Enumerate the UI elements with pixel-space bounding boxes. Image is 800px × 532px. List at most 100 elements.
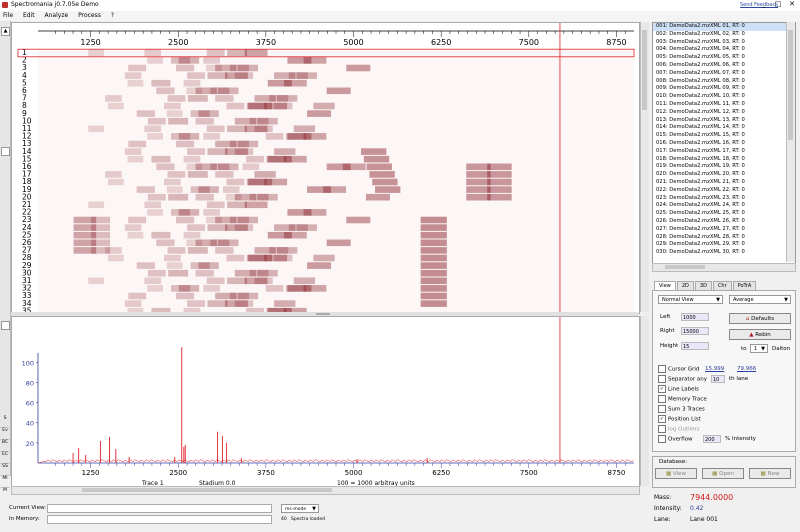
menu-help[interactable]: ? [111, 12, 114, 19]
database-new-button[interactable]: ▦ New [749, 468, 791, 479]
database-open-button[interactable]: ▦ Open [702, 468, 744, 479]
heatmap-scroll-thumb[interactable] [642, 30, 647, 110]
spectra-list-item[interactable]: 010: DemoData2.mzXML 10, RT: 0 [653, 93, 795, 101]
cursor-a-value[interactable]: 15.999 [705, 366, 724, 372]
tab-3d[interactable]: 3D [694, 281, 712, 290]
sum-traces-checkbox[interactable]: Sum 3 Traces [658, 405, 705, 413]
intensity-label: Intensity: [654, 505, 682, 512]
spectra-list-item[interactable]: 030: DemoData2.mzXML 30, RT: 0 [653, 249, 795, 257]
spectra-list-item[interactable]: 026: DemoData2.mzXML 26, RT: 0 [653, 218, 795, 226]
spectrum-side-label[interactable]: EC [0, 452, 10, 464]
spectra-list-item[interactable]: 016: DemoData2.mzXML 16, RT: 0 [653, 140, 795, 148]
heatmap-panel[interactable]: 1250 2500 3750 5000 6250 7500 8750 1 2 3 4 5 6 7 8 9 10 1… [11, 22, 640, 314]
spectra-list-item[interactable]: 004: DemoData2.mzXML 04, RT: 0 [653, 46, 795, 54]
memory-trace-checkbox[interactable]: Memory Trace [658, 395, 707, 403]
defaults-button[interactable]: ⌂ Defaults [729, 313, 791, 324]
overflow-checkbox[interactable]: Overflow [658, 435, 693, 443]
spectra-list-item[interactable]: 008: DemoData2.mzXML 08, RT: 0 [653, 78, 795, 86]
in-memory-input[interactable] [47, 515, 272, 524]
current-view-input[interactable] [47, 504, 272, 513]
spectra-list-item[interactable]: 011: DemoData2.mzXML 11, RT: 0 [653, 101, 795, 109]
spectra-list[interactable]: 001: DemoData2.mzXML 01, RT: 0 002: DemoD… [652, 22, 796, 264]
spectra-list-item[interactable]: 025: DemoData2.mzXML 25, RT: 0 [653, 210, 795, 218]
overflow-input[interactable]: 200 [703, 435, 721, 443]
heatmap-canvas[interactable]: 1250 2500 3750 5000 6250 7500 8750123456789101… [12, 23, 639, 313]
spectra-list-item[interactable]: 022: DemoData2.mzXML 22, RT: 0 [653, 187, 795, 195]
spectra-list-item[interactable]: 019: DemoData2.mzXML 19, RT: 0 [653, 163, 795, 171]
rebin-button[interactable]: ▲ Rebin [729, 329, 791, 340]
spectra-list-item[interactable]: 005: DemoData2.mzXML 05, RT: 0 [653, 54, 795, 62]
rebin-to-select[interactable]: 1 ▼ [750, 344, 768, 353]
close-button[interactable]: ✕ [785, 0, 799, 8]
splitter-grip[interactable] [316, 313, 330, 315]
spectrum-side-label[interactable]: SS [0, 464, 10, 476]
menu-analyze[interactable]: Analyze [45, 12, 69, 19]
maximize-button[interactable]: □ [771, 0, 785, 8]
spectra-list-item[interactable]: 021: DemoData2.mzXML 21, RT: 0 [653, 179, 795, 187]
spectra-list-item[interactable]: 003: DemoData2.mzXML 03, RT: 0 [653, 39, 795, 47]
spectra-list-item[interactable]: 023: DemoData2.mzXML 23, RT: 0 [653, 195, 795, 203]
cursor-b-value[interactable]: 79.966 [737, 366, 756, 372]
heatmap-band [105, 171, 122, 178]
spectra-list-item[interactable]: 029: DemoData2.mzXML 29, RT: 0 [653, 241, 795, 249]
horizontal-scrollbar[interactable] [11, 486, 640, 495]
spectra-list-item[interactable]: 013: DemoData2.mzXML 13, RT: 0 [653, 117, 795, 125]
spectra-list-item[interactable]: 014: DemoData2.mzXML 14, RT: 0 [653, 124, 795, 132]
separator-checkbox[interactable]: Separator any [658, 375, 707, 383]
spectrum-side-label[interactable]: S [0, 416, 10, 428]
menu-edit[interactable]: Edit [23, 12, 35, 19]
menu-process[interactable]: Process [78, 12, 101, 19]
heatmap-scrollbar[interactable] [640, 22, 649, 312]
spectra-list-hscroll-thumb[interactable] [665, 265, 705, 269]
spectra-list-scroll-thumb[interactable] [788, 30, 793, 140]
heatmap-band [234, 224, 254, 231]
tab-potra[interactable]: PoTrA [732, 281, 757, 290]
heatmap-band [187, 171, 208, 178]
spectra-list-item[interactable]: 028: DemoData2.mzXML 28, RT: 0 [653, 234, 795, 242]
spectra-list-scrollbar[interactable] [786, 22, 795, 262]
spectra-list-item[interactable]: 001: DemoData2.mzXML 01, RT: 0 [653, 23, 795, 31]
heatmap-band [363, 155, 390, 163]
spectra-list-item[interactable]: 020: DemoData2.mzXML 20, RT: 0 [653, 171, 795, 179]
side-tool-button-1[interactable] [1, 147, 10, 156]
height-input[interactable]: 15 [681, 342, 709, 350]
spectra-list-item[interactable]: 027: DemoData2.mzXML 27, RT: 0 [653, 226, 795, 234]
side-tool-button-2[interactable] [1, 321, 10, 330]
spectra-list-item[interactable]: 018: DemoData2.mzXML 18, RT: 0 [653, 156, 795, 164]
spectrum-side-label[interactable]: Ev [0, 428, 10, 440]
spectra-list-item[interactable]: 012: DemoData2.mzXML 12, RT: 0 [653, 109, 795, 117]
horizontal-scroll-thumb[interactable] [82, 488, 332, 492]
spectra-list-item[interactable]: 007: DemoData2.mzXML 07, RT: 0 [653, 70, 795, 78]
spectrum-canvas[interactable]: 100806040201250 2500 3750 5000 6250 7500 8750T… [12, 317, 639, 487]
cursor-grid-checkbox[interactable]: Cursor Grid [658, 365, 699, 373]
left-input[interactable]: 1000 [681, 313, 709, 321]
minimize-button[interactable]: _ [757, 0, 771, 8]
tab-view[interactable]: View [654, 281, 676, 290]
heatmap-band [234, 300, 254, 307]
ms-mode-select[interactable]: ms-mode ▼ [281, 504, 319, 513]
database-view-button[interactable]: ▦ View [655, 468, 697, 479]
spectra-list-item[interactable]: 002: DemoData2.mzXML 02, RT: 0 [653, 31, 795, 39]
position-list-checkbox[interactable]: ✓ Position List [658, 415, 701, 423]
menu-file[interactable]: File [3, 12, 13, 19]
line-labels-checkbox[interactable]: ✓ Line Labels [658, 385, 699, 393]
right-input[interactable]: 15000 [681, 327, 709, 335]
spectra-list-item[interactable]: 024: DemoData2.mzXML 24, RT: 0 [653, 202, 795, 210]
spectra-list-hscrollbar[interactable] [652, 263, 796, 272]
tab-chr[interactable]: Chr [712, 281, 732, 290]
spectra-list-item[interactable]: 015: DemoData2.mzXML 15, RT: 0 [653, 132, 795, 140]
spectrum-side-label[interactable]: MI [0, 476, 10, 488]
spectra-list-item[interactable]: 017: DemoData2.mzXML 17, RT: 0 [653, 148, 795, 156]
spectra-list-item[interactable]: 009: DemoData2.mzXML 09, RT: 0 [653, 85, 795, 93]
expand-left-button[interactable]: ▲ [1, 27, 10, 36]
spectrum-scrollbar[interactable] [640, 316, 649, 486]
aggregate-select[interactable]: Average ▼ [729, 295, 791, 304]
spectra-list-item[interactable]: 006: DemoData2.mzXML 06, RT: 0 [653, 62, 795, 70]
heatmap-band [206, 277, 225, 285]
separator-input[interactable]: 10 [711, 375, 725, 383]
tab-2d[interactable]: 2D [676, 281, 694, 290]
spectrum-side-label[interactable]: BC [0, 440, 10, 452]
log-outliers-checkbox[interactable]: log Outliers [658, 425, 700, 433]
spectrum-panel[interactable]: 100 80 60 40 20 1250 2500 3750 5000 6250 7500 8750 T… [11, 316, 640, 488]
view-mode-select[interactable]: Normal View ▼ [658, 295, 723, 304]
